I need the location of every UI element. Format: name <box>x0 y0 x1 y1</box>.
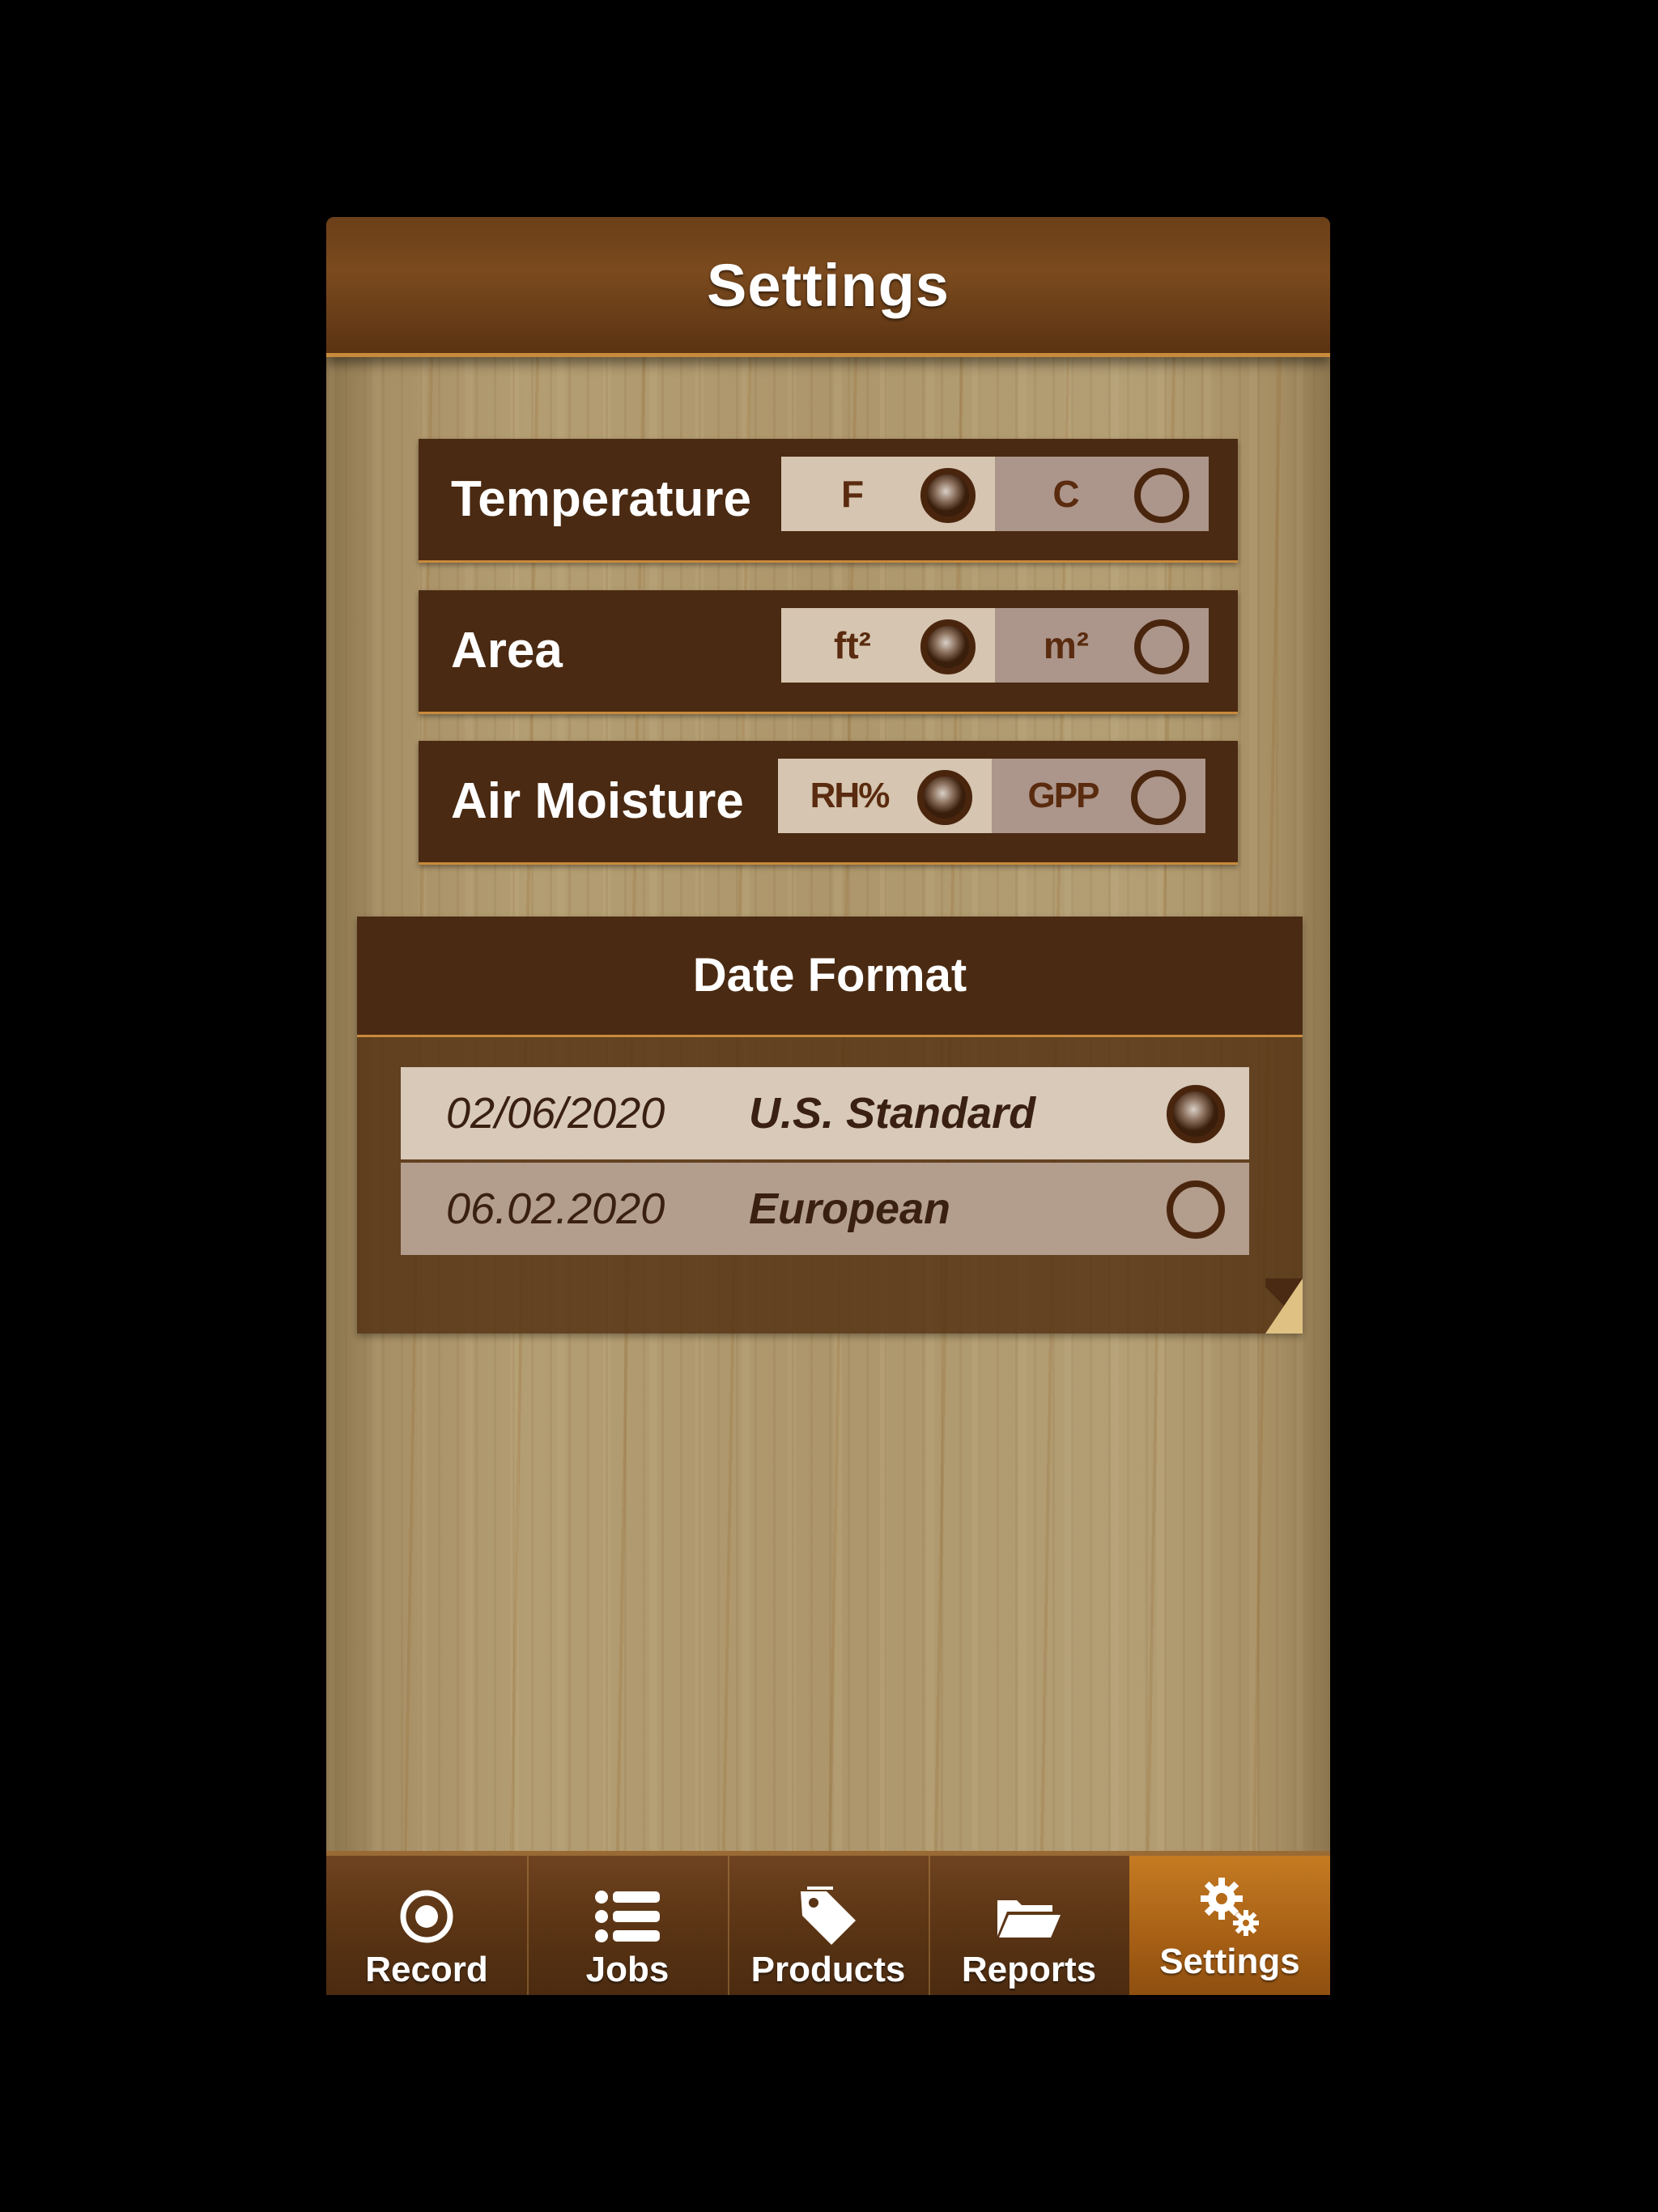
radio-checked-icon <box>920 619 976 674</box>
air-moisture-option-rh[interactable]: RH% <box>778 759 992 833</box>
option-label: GPP <box>1027 776 1100 815</box>
date-format-title: Date Format <box>692 949 967 1002</box>
option-label: RH% <box>810 776 891 815</box>
date-format-name: U.S. Standard <box>749 1089 1036 1138</box>
tab-label: Products <box>750 1950 906 1989</box>
page-curl-icon[interactable] <box>1265 1278 1303 1334</box>
folder-icon <box>929 1885 1129 1948</box>
tab-bar: Record Jobs Products Reports Settings <box>326 1851 1330 1995</box>
radio-unchecked-icon <box>1131 770 1186 825</box>
tab-settings[interactable]: Settings <box>1129 1856 1330 1995</box>
area-option-m2[interactable]: m² <box>995 608 1209 683</box>
temperature-setting-row: Temperature F C <box>419 439 1238 563</box>
area-setting-row: Area ft² m² <box>419 590 1238 714</box>
date-option-european[interactable]: 06.02.2020 European <box>401 1163 1249 1255</box>
option-label: ft² <box>834 624 871 666</box>
tab-jobs[interactable]: Jobs <box>527 1856 729 1995</box>
tab-label: Jobs <box>585 1950 670 1989</box>
record-icon <box>326 1885 527 1948</box>
air-moisture-option-gpp[interactable]: GPP <box>992 759 1205 833</box>
radio-checked-icon <box>917 770 972 825</box>
page-title: Settings <box>707 252 950 319</box>
date-format-panel: Date Format 02/06/2020 U.S. Standard 06.… <box>357 917 1303 1334</box>
tab-label: Record <box>365 1950 488 1989</box>
date-option-us-standard[interactable]: 02/06/2020 U.S. Standard <box>401 1067 1249 1159</box>
date-format-name: European <box>749 1185 951 1233</box>
area-label: Area <box>451 623 563 678</box>
navigation-bar: Settings <box>326 217 1330 357</box>
date-example: 02/06/2020 <box>446 1089 665 1138</box>
radio-unchecked-icon <box>1134 619 1189 674</box>
temperature-option-f[interactable]: F <box>781 457 995 531</box>
tab-label: Settings <box>1159 1942 1300 1981</box>
temperature-label: Temperature <box>451 471 751 527</box>
radio-checked-icon <box>1167 1085 1225 1143</box>
tab-label: Reports <box>961 1950 1097 1989</box>
air-moisture-label: Air Moisture <box>451 773 744 829</box>
radio-unchecked-icon <box>1134 468 1189 523</box>
tab-products[interactable]: Products <box>728 1856 930 1995</box>
radio-unchecked-icon <box>1167 1180 1225 1239</box>
option-label: C <box>1052 473 1080 515</box>
tab-record[interactable]: Record <box>326 1856 529 1995</box>
gears-icon <box>1129 1875 1330 1938</box>
temperature-option-c[interactable]: C <box>995 457 1209 531</box>
option-label: F <box>840 473 865 515</box>
list-icon <box>527 1885 728 1948</box>
tag-icon <box>728 1885 929 1948</box>
air-moisture-setting-row: Air Moisture RH% GPP <box>419 741 1238 865</box>
radio-checked-icon <box>920 468 976 523</box>
date-example: 06.02.2020 <box>446 1185 665 1233</box>
area-option-ft2[interactable]: ft² <box>781 608 995 683</box>
tab-reports[interactable]: Reports <box>929 1856 1131 1995</box>
settings-screen: Settings Temperature F C Area ft² m² Air… <box>326 217 1330 1995</box>
date-format-header: Date Format <box>357 917 1303 1037</box>
option-label: m² <box>1043 624 1090 666</box>
